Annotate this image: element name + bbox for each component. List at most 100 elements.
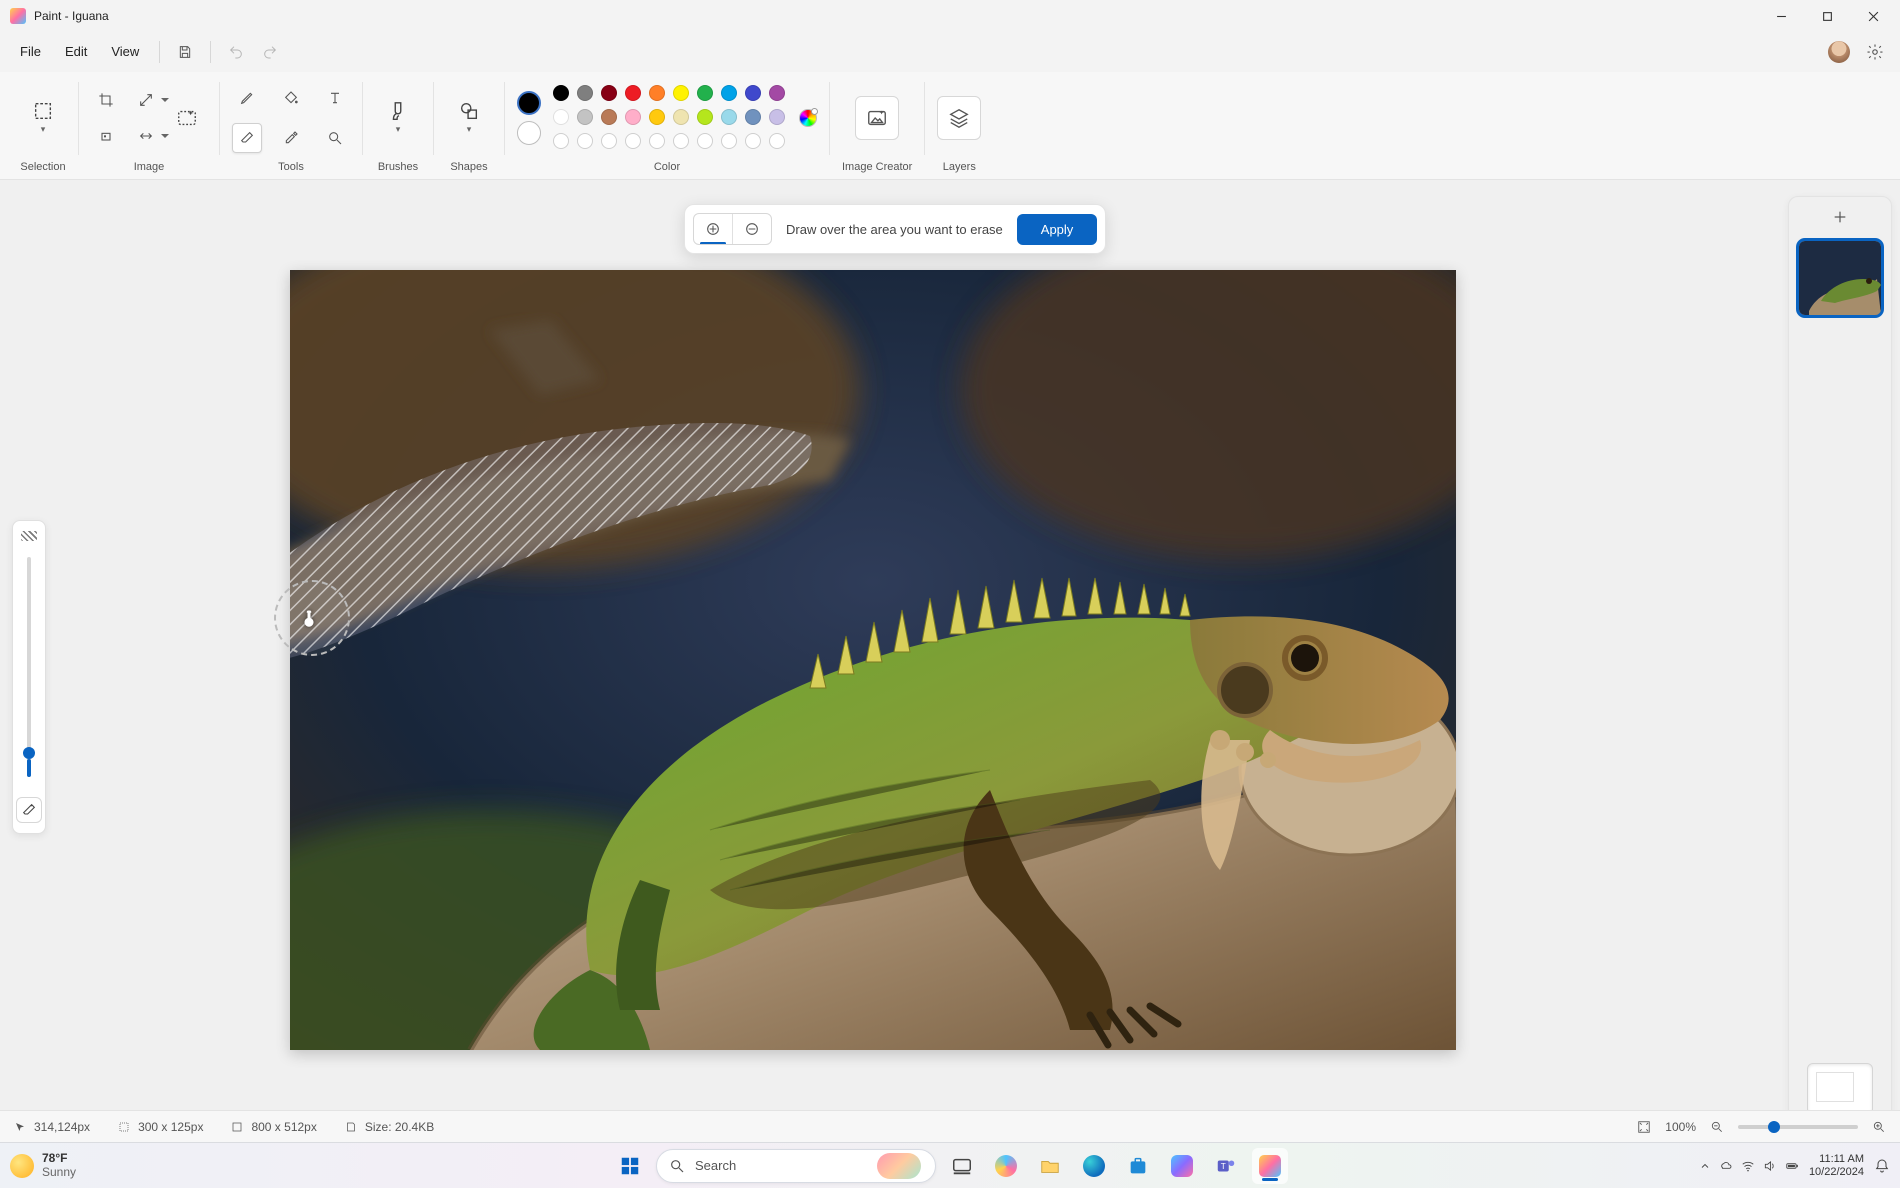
canvas[interactable] <box>290 270 1456 1050</box>
undo-button[interactable] <box>219 37 253 67</box>
erase-remove-area[interactable] <box>733 214 771 244</box>
onedrive-icon <box>1719 1159 1733 1173</box>
selection-tool[interactable]: ▾ <box>20 86 66 150</box>
flip-button[interactable] <box>131 121 161 151</box>
color-swatch[interactable] <box>673 109 689 125</box>
color-swatch[interactable] <box>697 85 713 101</box>
custom-color-slot[interactable] <box>577 133 593 149</box>
menu-file[interactable]: File <box>8 36 53 67</box>
erase-add-area[interactable] <box>694 214 732 244</box>
brush-size-slider[interactable] <box>27 557 31 777</box>
taskbar-edge[interactable] <box>1076 1148 1112 1184</box>
notifications-button[interactable] <box>1874 1158 1890 1174</box>
minimize-button[interactable] <box>1758 0 1804 32</box>
palette-row-custom <box>553 133 787 151</box>
color-swatch[interactable] <box>625 109 641 125</box>
custom-color-slot[interactable] <box>745 133 761 149</box>
add-layer-button[interactable] <box>1826 207 1854 227</box>
color-swatch[interactable] <box>673 85 689 101</box>
custom-color-slot[interactable] <box>769 133 785 149</box>
group-label: Image Creator <box>842 157 912 179</box>
color-swatch[interactable] <box>577 85 593 101</box>
fit-to-window-button[interactable] <box>1637 1120 1651 1134</box>
status-bar: 314,124px 300 x 125px 800 x 512px Size: … <box>0 1110 1900 1142</box>
zoom-out-button[interactable] <box>1710 1120 1724 1134</box>
task-view-button[interactable] <box>944 1148 980 1184</box>
user-avatar[interactable] <box>1828 41 1850 63</box>
taskbar-teams[interactable]: T <box>1208 1148 1244 1184</box>
custom-color-slot[interactable] <box>649 133 665 149</box>
close-button[interactable] <box>1850 0 1896 32</box>
primary-color[interactable] <box>517 91 541 115</box>
background-layer-thumb[interactable] <box>1807 1063 1873 1115</box>
system-tray[interactable] <box>1699 1159 1799 1173</box>
titlebar: Paint - Iguana <box>0 0 1900 32</box>
taskbar-copilot[interactable] <box>988 1148 1024 1184</box>
taskbar-paint[interactable] <box>1252 1148 1288 1184</box>
fill-tool[interactable] <box>276 83 306 113</box>
brushes-button[interactable]: ▾ <box>375 86 421 150</box>
pencil-tool[interactable] <box>232 83 262 113</box>
color-swatch[interactable] <box>625 85 641 101</box>
group-label: Brushes <box>378 157 418 179</box>
zoom-slider[interactable] <box>1738 1125 1858 1129</box>
color-swatch[interactable] <box>769 109 785 125</box>
edit-colors-button[interactable] <box>799 109 817 127</box>
group-shapes: ▾ Shapes <box>436 78 502 179</box>
secondary-color[interactable] <box>517 121 541 145</box>
color-swatch[interactable] <box>649 109 665 125</box>
color-swatch[interactable] <box>601 85 617 101</box>
taskbar-store[interactable] <box>1120 1148 1156 1184</box>
color-swatch[interactable] <box>721 85 737 101</box>
settings-button[interactable] <box>1858 37 1892 67</box>
image-content <box>290 270 1456 1050</box>
magnifier-tool[interactable] <box>320 123 350 153</box>
custom-color-slot[interactable] <box>673 133 689 149</box>
custom-color-slot[interactable] <box>601 133 617 149</box>
redo-button[interactable] <box>253 37 287 67</box>
image-creator-button[interactable] <box>855 96 899 140</box>
color-swatch[interactable] <box>721 109 737 125</box>
text-tool[interactable] <box>320 83 350 113</box>
menu-view[interactable]: View <box>99 36 151 67</box>
color-picker-tool[interactable] <box>276 123 306 153</box>
custom-color-slot[interactable] <box>625 133 641 149</box>
crop-button[interactable] <box>91 85 121 115</box>
group-label: Color <box>654 157 680 179</box>
maximize-button[interactable] <box>1804 0 1850 32</box>
custom-color-slot[interactable] <box>553 133 569 149</box>
custom-color-slot[interactable] <box>697 133 713 149</box>
zoom-in-button[interactable] <box>1872 1120 1886 1134</box>
color-swatch[interactable] <box>697 109 713 125</box>
generative-erase-toggle[interactable] <box>16 797 42 823</box>
color-swatch[interactable] <box>649 85 665 101</box>
search-highlight-icon <box>877 1153 921 1179</box>
apply-button[interactable]: Apply <box>1017 214 1098 245</box>
group-image: Image <box>81 78 217 179</box>
start-button[interactable] <box>612 1148 648 1184</box>
layer-thumb-1[interactable] <box>1799 241 1881 315</box>
menu-edit[interactable]: Edit <box>53 36 99 67</box>
remove-background-button[interactable] <box>167 93 207 143</box>
color-swatch[interactable] <box>553 85 569 101</box>
zoom-value: 100% <box>1665 1120 1696 1134</box>
taskbar-weather[interactable]: 78°F Sunny <box>10 1152 76 1178</box>
rotate-button[interactable] <box>91 121 121 151</box>
taskbar-clock[interactable]: 11:11 AM 10/22/2024 <box>1809 1153 1864 1177</box>
taskbar-copilot-app[interactable] <box>1164 1148 1200 1184</box>
layers-button[interactable] <box>937 96 981 140</box>
color-swatch[interactable] <box>577 109 593 125</box>
taskbar-search[interactable]: Search <box>656 1149 936 1183</box>
group-label: Layers <box>943 157 976 179</box>
save-button[interactable] <box>168 37 202 67</box>
custom-color-slot[interactable] <box>721 133 737 149</box>
color-swatch[interactable] <box>745 85 761 101</box>
color-swatch[interactable] <box>553 109 569 125</box>
color-swatch[interactable] <box>745 109 761 125</box>
taskbar-explorer[interactable] <box>1032 1148 1068 1184</box>
color-swatch[interactable] <box>769 85 785 101</box>
shapes-button[interactable]: ▾ <box>446 86 492 150</box>
color-swatch[interactable] <box>601 109 617 125</box>
resize-button[interactable] <box>131 85 161 115</box>
eraser-tool[interactable] <box>232 123 262 153</box>
